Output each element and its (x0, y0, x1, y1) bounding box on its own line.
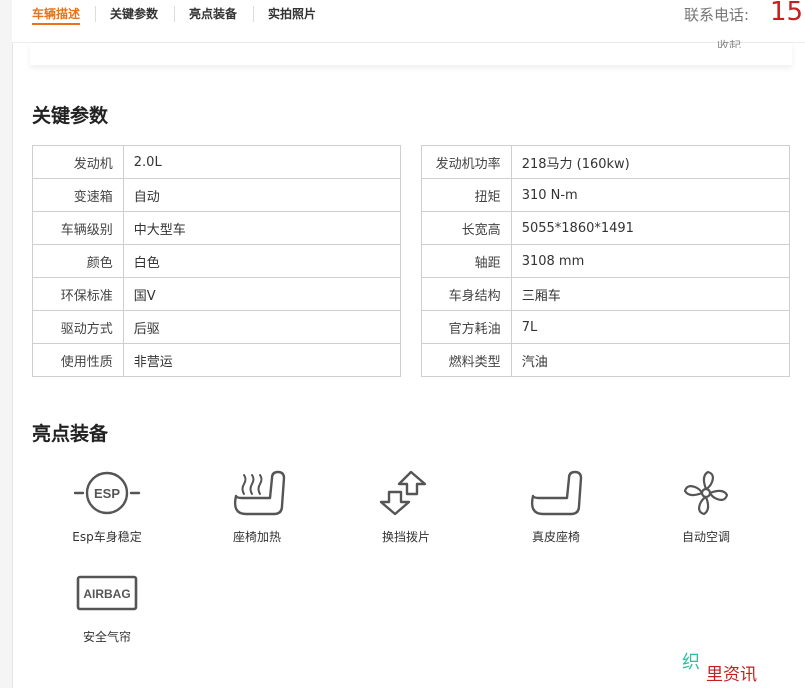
spec-label: 驱动方式 (32, 310, 124, 344)
spec-label: 扭矩 (421, 178, 512, 212)
watermark-text-b: 里资讯 (706, 665, 757, 685)
tab-key-params[interactable]: 关键参数 (110, 6, 158, 22)
spec-label: 车身结构 (421, 277, 512, 311)
spec-row: 车身结构 三厢车 (421, 277, 791, 311)
tab-real-photos[interactable]: 实拍照片 (268, 6, 316, 22)
spec-row: 官方耗油 7L (421, 310, 791, 344)
spec-value: 310 N-m (510, 178, 791, 212)
spec-row: 车辆级别 中大型车 (32, 211, 402, 245)
feature-label: 自动空调 (681, 530, 730, 544)
spec-label: 车辆级别 (32, 211, 124, 245)
spec-row: 轴距 3108 mm (421, 244, 791, 278)
next-section-title-cut (32, 680, 152, 688)
spec-value: 三厢车 (510, 277, 791, 311)
spec-row: 发动机 2.0L (32, 145, 402, 179)
spec-row: 燃料类型 汽油 (421, 343, 791, 377)
heated-seat-icon (233, 470, 286, 516)
feature-label: 安全气帘 (82, 630, 131, 644)
leather-seat-icon (530, 470, 583, 516)
feature-label: 真皮座椅 (531, 530, 580, 544)
spec-value: 中大型车 (122, 211, 402, 245)
feature-airbag: AIRBAG 安全气帘 (42, 566, 172, 645)
spec-label: 变速箱 (32, 178, 124, 212)
feature-auto-ac: 自动空调 (641, 466, 771, 545)
esp-icon: ESP (73, 471, 141, 515)
spec-row: 长宽高 5055*1860*1491 (421, 211, 791, 245)
collapse-link[interactable]: 收起 (717, 36, 741, 48)
spec-label: 使用性质 (32, 343, 124, 377)
spec-value: 5055*1860*1491 (510, 211, 791, 245)
spec-row: 颜色 白色 (32, 244, 402, 278)
spec-label: 长宽高 (421, 211, 512, 245)
spec-row: 扭矩 310 N-m (421, 178, 791, 212)
airbag-icon: AIRBAG (76, 575, 138, 611)
feature-leather-seat: 真皮座椅 (491, 466, 621, 545)
section-title-key-params: 关键参数 (32, 105, 109, 127)
spec-value: 后驱 (122, 310, 402, 344)
description-card-bottom (30, 43, 792, 65)
spec-value: 2.0L (122, 145, 402, 179)
feature-label: 换挡拨片 (381, 530, 430, 544)
feature-esp: ESP Esp车身稳定 (42, 466, 172, 545)
tab-divider (95, 6, 96, 22)
spec-row: 驱动方式 后驱 (32, 310, 402, 344)
spec-value: 非营运 (122, 343, 402, 377)
feature-heated-seat: 座椅加热 (192, 466, 322, 545)
tab-highlight-equipment[interactable]: 亮点装备 (189, 6, 237, 22)
specs-table-right: 发动机功率 218马力 (160kw) 扭矩 310 N-m 长宽高 5055*186… (421, 145, 791, 377)
spec-value: 国Ⅴ (122, 277, 402, 311)
spec-value: 汽油 (510, 343, 791, 377)
feature-paddle-shift: 换挡拨片 (341, 466, 471, 545)
spec-value: 218马力 (160kw) (510, 145, 791, 179)
tab-divider (174, 6, 175, 22)
spec-label: 环保标准 (32, 277, 124, 311)
paddle-shift-icon (379, 470, 427, 516)
spec-row: 变速箱 自动 (32, 178, 402, 212)
airbag-icon-text: AIRBAG (83, 587, 130, 601)
watermark-text-a: 织 (682, 652, 700, 673)
spec-label: 发动机 (32, 145, 124, 179)
spec-row: 使用性质 非营运 (32, 343, 402, 377)
spec-value: 3108 mm (510, 244, 791, 278)
phone-label: 联系电话: (684, 6, 750, 24)
feature-label: 座椅加热 (232, 530, 281, 544)
spec-label: 燃料类型 (421, 343, 512, 377)
fan-icon (683, 470, 729, 516)
top-nav-bar: 车辆描述 关键参数 亮点装备 实拍照片 联系电话: 157 (12, 0, 805, 43)
spec-label: 颜色 (32, 244, 124, 278)
spec-row: 发动机功率 218马力 (160kw) (421, 145, 791, 179)
spec-value: 7L (510, 310, 791, 344)
spec-label: 发动机功率 (421, 145, 512, 179)
specs-table-left: 发动机 2.0L 变速箱 自动 车辆级别 中大型车 颜色 白色 环保标准 国Ⅴ 驱动方式后… (32, 145, 402, 377)
section-title-highlights: 亮点装备 (32, 423, 109, 445)
left-gutter (0, 0, 13, 688)
feature-label: Esp车身稳定 (72, 530, 142, 544)
spec-row: 环保标准 国Ⅴ (32, 277, 402, 311)
tab-vehicle-description[interactable]: 车辆描述 (32, 6, 81, 25)
phone-number: 157 (770, 0, 805, 27)
esp-icon-text: ESP (94, 486, 120, 501)
spec-value: 自动 (122, 178, 402, 212)
spec-label: 轴距 (421, 244, 512, 278)
spec-label: 官方耗油 (421, 310, 512, 344)
tab-divider (253, 6, 254, 22)
spec-value: 白色 (122, 244, 402, 278)
